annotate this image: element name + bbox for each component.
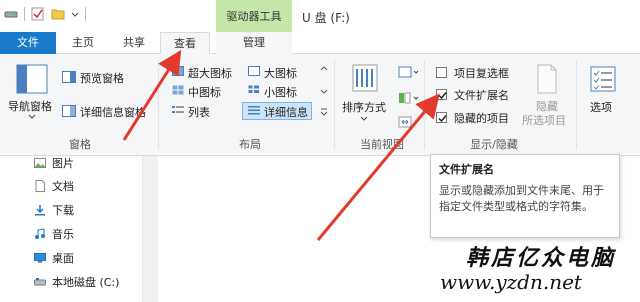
watermark-title: 韩店亿众电脑 xyxy=(466,245,617,271)
arrow-to-view-tab xyxy=(122,49,182,141)
watermark-url: www.yzdn.net xyxy=(440,270,582,294)
arrow-to-file-extensions xyxy=(316,93,440,241)
